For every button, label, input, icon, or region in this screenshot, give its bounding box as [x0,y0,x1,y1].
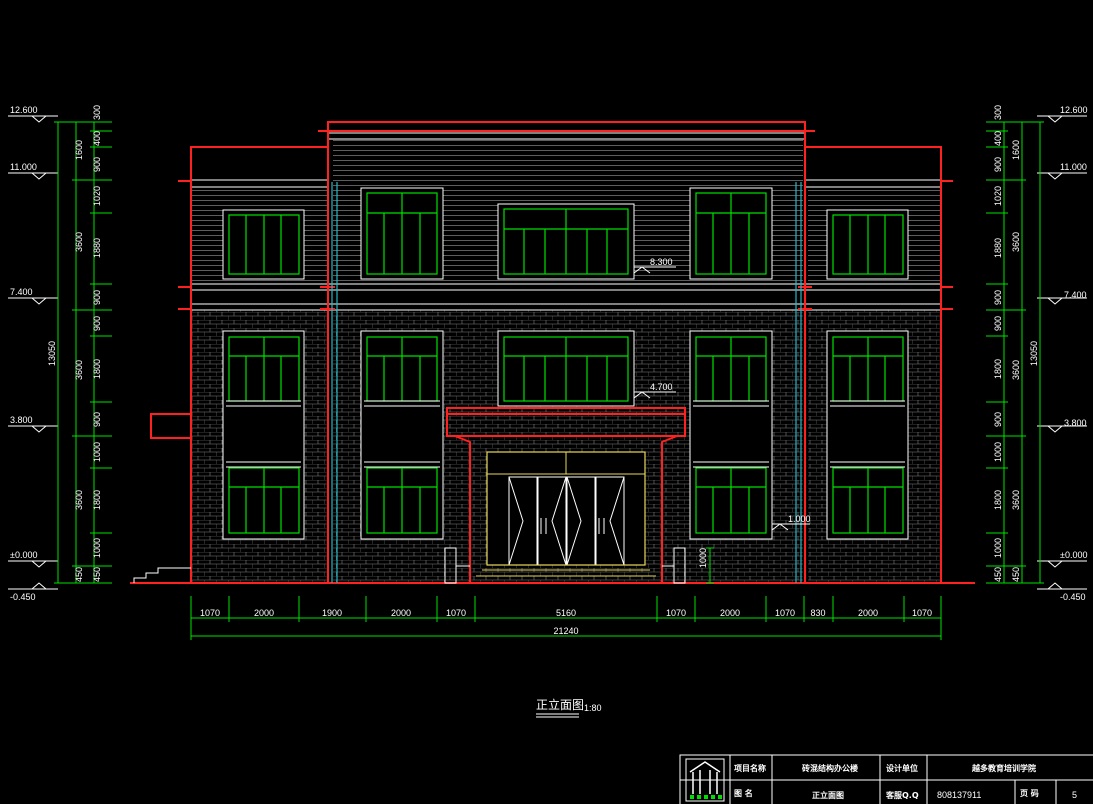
entrance-door [476,451,656,577]
right-dim-7: 900 [993,316,1003,331]
right-dim-2: 400 [993,131,1003,146]
h-dim-11: 2000 [858,608,878,618]
right-dim-11: 1800 [993,490,1003,510]
left-dim-13: 450 [92,567,102,582]
h-dim-7: 1070 [666,608,686,618]
h-dim-2: 2000 [254,608,274,618]
building-facade: 1000 8.300 4.700 1.000 [130,121,975,584]
h-dim-1: 1070 [200,608,220,618]
h-dim-6: 5160 [556,608,576,618]
right-dim-8: 1800 [993,359,1003,379]
h-dim-10: 830 [810,608,825,618]
right-level-3: 7.400 [1064,290,1087,300]
inner-level-2: 4.700 [650,382,673,392]
right-dim-12: 1000 [993,538,1003,558]
left-dim-15: 3600 [74,232,84,252]
drawing-title: 正立面图 1:80 [536,697,602,718]
left-dim-9: 900 [92,412,102,427]
left-level-6: -0.450 [10,592,36,602]
right-dim-5: 1880 [993,238,1003,258]
right-dim-4: 1020 [993,186,1003,206]
right-dim-10: 1000 [993,442,1003,462]
h-dim-12: 1070 [912,608,932,618]
step-dimension: 1000 [698,548,708,568]
h-dim-8: 2000 [720,608,740,618]
right-dim-1: 300 [993,105,1003,120]
design-label: 设计单位 [886,763,918,773]
design-value: 越多教育培训学院 [971,763,1036,773]
right-level-1: 12.600 [1060,105,1088,115]
right-level-6: -0.450 [1060,592,1086,602]
page-label: 页 码 [1020,789,1039,798]
qq-label: 客服Q.Q [885,790,919,800]
left-dim-1: 300 [92,105,102,120]
h-dim-4: 2000 [391,608,411,618]
left-dimension-column: 12.600 11.000 7.400 3.800 ±0.000 -0.450 [8,105,112,602]
left-dim-17: 3600 [74,490,84,510]
project-value: 砖混结构办公楼 [802,763,858,773]
left-dim-14: 1600 [74,140,84,160]
h-dim-5: 1070 [446,608,466,618]
drawing-name-label: 图 名 [734,788,753,798]
left-level-1: 12.600 [10,105,38,115]
left-dim-12: 1000 [92,538,102,558]
left-dim-3: 900 [92,157,102,172]
left-level-4: 3.800 [10,415,33,425]
inner-level-3: 1.000 [788,514,811,524]
left-dim-total: 13050 [47,341,57,366]
right-dim-3: 900 [993,157,1003,172]
right-dim-6: 900 [993,290,1003,305]
right-dim-15: 3600 [1011,232,1021,252]
right-level-5: ±0.000 [1060,550,1087,560]
left-dim-7: 900 [92,316,102,331]
left-level-2: 11.000 [10,162,37,172]
left-dim-6: 900 [92,290,102,305]
horizontal-dimensions: 1070 2000 1900 2000 1070 5160 1070 2000 … [190,596,942,640]
qq-value: 808137911 [937,790,981,800]
elevation-drawing: 1000 8.300 4.700 1.000 12.600 11.000 7.4… [8,105,1093,804]
left-dim-4: 1020 [92,186,102,206]
right-dim-17: 3600 [1011,490,1021,510]
right-level-2: 11.000 [1060,162,1087,172]
title-block: 项目名称 砖混结构办公楼 设计单位 越多教育培训学院 图 名 正立面图 客服Q.… [679,754,1093,804]
left-dim-5: 1880 [92,238,102,258]
left-dim-10: 1000 [92,442,102,462]
project-label: 项目名称 [734,763,766,773]
right-dim-9: 900 [993,412,1003,427]
left-level-5: ±0.000 [10,550,37,560]
right-dimension-column: 12.600 11.000 7.400 3.800 ±0.000 -0.450 … [986,105,1088,602]
left-dim-16: 3600 [74,360,84,380]
left-dim-8: 1800 [92,359,102,379]
left-dim-2: 400 [92,131,102,146]
h-dim-9: 1070 [775,608,795,618]
h-dim-total: 21240 [553,626,578,636]
left-dim-11: 1800 [92,490,102,510]
right-dim-18: 450 [1011,567,1021,582]
right-dim-14: 1600 [1011,140,1021,160]
right-dim-total: 13050 [1029,341,1039,366]
left-dim-18: 450 [74,567,84,582]
drawing-scale: 1:80 [584,703,602,713]
page-value: 5 [1072,790,1077,800]
right-dim-13: 450 [993,567,1003,582]
left-level-3: 7.400 [10,287,33,297]
inner-level-1: 8.300 [650,257,673,267]
right-dim-16: 3600 [1011,360,1021,380]
drawing-title-text: 正立面图 [536,697,584,712]
h-dim-3: 1900 [322,608,342,618]
right-level-4: 3.800 [1064,418,1087,428]
drawing-name-value: 正立面图 [812,790,844,800]
